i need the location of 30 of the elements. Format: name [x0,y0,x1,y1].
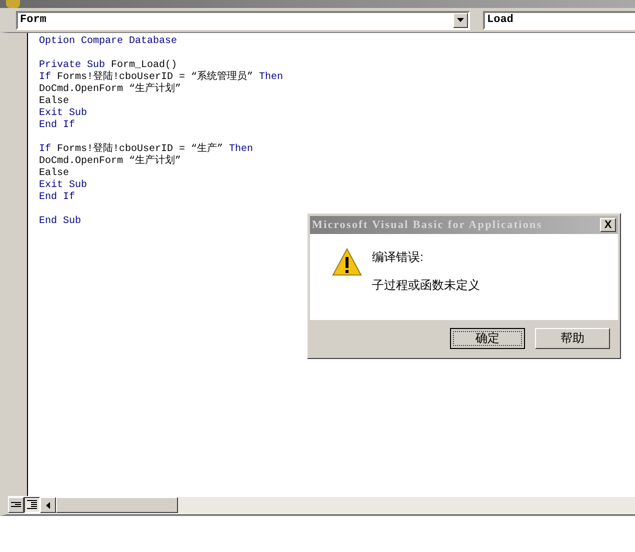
error-heading: 编译错误: [372,249,424,266]
code-line: End Sub [39,216,82,228]
code-line: DoCmd.OpenForm “生产计划” [39,84,182,96]
module-view-button[interactable] [24,497,40,513]
align-lines-icon [27,500,37,510]
procedure-view-button[interactable] [8,497,24,513]
dialog-title-bar: Microsoft Visual Basic for Applications X [310,216,618,234]
code-line: Exit Sub [39,108,88,120]
code-line: End If [39,120,76,132]
procedure-combobox[interactable]: Load [483,10,635,30]
code-line: Ealse [39,96,70,108]
close-button[interactable]: X [600,218,616,232]
code-line: DoCmd.OpenForm “生产计划” [39,156,182,168]
error-message: 子过程或函数未定义 [372,277,480,294]
align-lines-icon [11,502,21,508]
code-line: Option Compare Database [39,36,178,48]
code-line: Exit Sub [39,180,88,192]
code-line: If Forms!登陆!cboUserID = “系统管理员” Then [39,72,284,83]
dialog-button[interactable]: 确定 [450,328,525,348]
left-arrow-icon [46,502,50,508]
code-line: Private Sub Form_Load() [39,60,178,71]
code-line: If Forms!登陆!cboUserID = “生产” Then [39,144,254,155]
code-line: Ealse [39,168,70,180]
scrollbar-thumb[interactable] [56,497,178,513]
code-line: End If [39,192,76,204]
dialog-button[interactable]: 帮助 [535,328,610,348]
app-icon [6,0,20,8]
object-combobox[interactable]: Form [16,10,470,30]
scroll-left-button[interactable] [40,497,56,513]
warning-icon [332,248,362,276]
